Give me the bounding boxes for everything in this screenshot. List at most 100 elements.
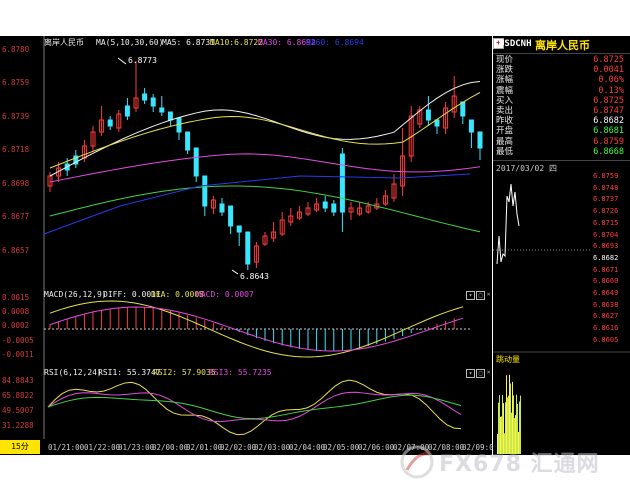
x-tick: 02/00:00 (152, 443, 189, 452)
candle-body (245, 231, 251, 265)
x-tick: 02/04:00 (289, 443, 326, 452)
chart-title: 离岸人民币 (44, 38, 84, 47)
pane-maximize-icon[interactable]: □ (476, 291, 485, 300)
y-tick: 6.8759 (2, 78, 30, 87)
ma10-value: MA10:6.8722 (210, 38, 263, 47)
candle-body (202, 175, 208, 207)
ma-blue-line (43, 173, 471, 235)
ma60-line (49, 185, 481, 233)
intraday-y-tick: 6.8748 (593, 183, 619, 192)
candle-body (468, 119, 474, 133)
intraday-y-tick: 6.8682 (593, 253, 619, 262)
y-tick: 6.8657 (2, 246, 30, 255)
y-tick: 31.2288 (2, 421, 34, 430)
candle-body (150, 97, 156, 107)
rsi3-line (47, 394, 462, 420)
y-tick: 6.8677 (2, 212, 30, 221)
y-tick: 49.5007 (2, 406, 34, 415)
pane-settings-icon[interactable]: ▾ (466, 291, 475, 300)
watermark: FX678 汇通网 (395, 440, 630, 490)
x-tick: 02/05:00 (323, 443, 360, 452)
ma5-line (49, 80, 481, 177)
macd-chart[interactable] (0, 289, 492, 367)
intraday-price-line (496, 183, 520, 265)
ma10-line (49, 92, 481, 169)
candle-body (219, 203, 225, 213)
x-tick: 02/02:00 (220, 443, 257, 452)
y-tick: 84.8843 (2, 376, 34, 385)
quote-panel: + USDCNH 离岸人民币 现价 6.8725 涨跌 0.0041 涨幅 0.06% 震幅… (493, 36, 630, 455)
y-tick: -0.0011 (2, 350, 34, 359)
low-marker-label: 6.8643 (240, 272, 269, 281)
y-tick: 65.8822 (2, 391, 34, 400)
intraday-y-tick: 6.8627 (593, 312, 619, 321)
rsi2-value: RSI2: 57.9035 (153, 368, 216, 377)
macd-indicator-label[interactable]: MACD(26,12,9) (44, 290, 107, 300)
x-tick: 01/22:00 (84, 443, 121, 452)
intraday-y-tick: 6.8649 (593, 289, 619, 297)
candle-body (142, 93, 148, 101)
intraday-y-tick: 6.8704 (593, 230, 619, 239)
volume-label: 跳动量 (496, 355, 520, 364)
y-tick: 0.0002 (2, 321, 30, 330)
candle-body (339, 153, 345, 213)
period-selector[interactable]: 15分 (0, 440, 40, 454)
low-marker (231, 269, 239, 275)
candlestick-chart[interactable] (0, 36, 492, 289)
high-marker (117, 57, 127, 65)
candle-body (331, 203, 337, 213)
candle-body (322, 201, 328, 209)
watermark-text: FX678 汇通网 (439, 452, 600, 477)
intraday-y-tick: 6.8660 (593, 277, 619, 286)
ma5-value: MA5: 6.8731 (162, 38, 215, 47)
x-tick: 02/01:00 (186, 443, 223, 452)
y-tick: 0.0015 (2, 293, 30, 302)
candle-body (159, 107, 165, 113)
candle-body (185, 131, 191, 151)
candle-body (460, 101, 466, 117)
rsi3-value: RSI3: 55.7235 (209, 368, 272, 377)
macd-pane[interactable]: MACD(26,12,9) DIFF: 0.0011 DEA: 0.0008 M… (0, 289, 492, 367)
trading-chart-window: 离岸人民币 MA(5,10,30,60) MA5: 6.8731 MA10:6.… (0, 0, 630, 490)
x-tick: 01/21:00 (48, 443, 85, 452)
intraday-y-tick: 6.8605 (593, 335, 619, 344)
candle-body (425, 109, 431, 121)
ma-indicator-label[interactable]: MA(5,10,30,60) (96, 38, 163, 48)
x-tick: 02/03:00 (254, 443, 291, 452)
intraday-y-tick: 6.8726 (593, 207, 619, 216)
y-tick: -0.0005 (2, 336, 34, 345)
rsi-pane[interactable]: RSI(6,12,24) RSI1: 55.3747 RSI2: 57.9035… (0, 367, 492, 439)
ma30-line (49, 153, 481, 183)
high-marker-label: 6.8773 (128, 56, 157, 65)
intraday-y-tick: 6.8715 (593, 218, 619, 227)
candlestick-pane[interactable]: 离岸人民币 MA(5,10,30,60) MA5: 6.8731 MA10:6.… (0, 36, 492, 289)
rsi1-value: RSI1: 55.3747 (98, 368, 161, 377)
x-tick: 02/06:00 (358, 443, 395, 452)
candle-body (107, 119, 113, 127)
pane-settings-icon[interactable]: ▾ (466, 369, 475, 378)
intraday-y-tick: 6.8737 (593, 195, 619, 204)
y-tick: 6.8780 (2, 45, 30, 54)
candle-body (228, 205, 234, 227)
candle-body (236, 225, 242, 233)
y-tick: 0.0008 (2, 307, 30, 316)
intraday-y-tick: 6.8693 (593, 242, 619, 251)
pane-maximize-icon[interactable]: □ (476, 369, 485, 378)
rsi2-line (47, 391, 462, 422)
intraday-y-tick: 6.8616 (593, 324, 619, 333)
rsi-indicator-label[interactable]: RSI(6,12,24) (44, 368, 102, 378)
macd-macd-value: MACD: 0.0007 (196, 290, 254, 299)
ma60-value: MA60: 6.8694 (306, 38, 364, 47)
candle-body (124, 105, 130, 117)
candle-body (167, 111, 173, 121)
pane-close-icon[interactable]: × (486, 369, 491, 376)
candle-body (477, 131, 483, 149)
candle-body (193, 147, 199, 177)
intraday-y-tick: 6.8759 (593, 172, 619, 180)
x-tick: 01/23:00 (118, 443, 155, 452)
y-tick: 6.8739 (2, 112, 30, 121)
intraday-y-tick: 6.8638 (593, 300, 619, 309)
pane-close-icon[interactable]: × (486, 291, 491, 298)
intraday-y-tick: 6.8671 (593, 265, 619, 274)
y-tick: 6.8718 (2, 145, 30, 154)
